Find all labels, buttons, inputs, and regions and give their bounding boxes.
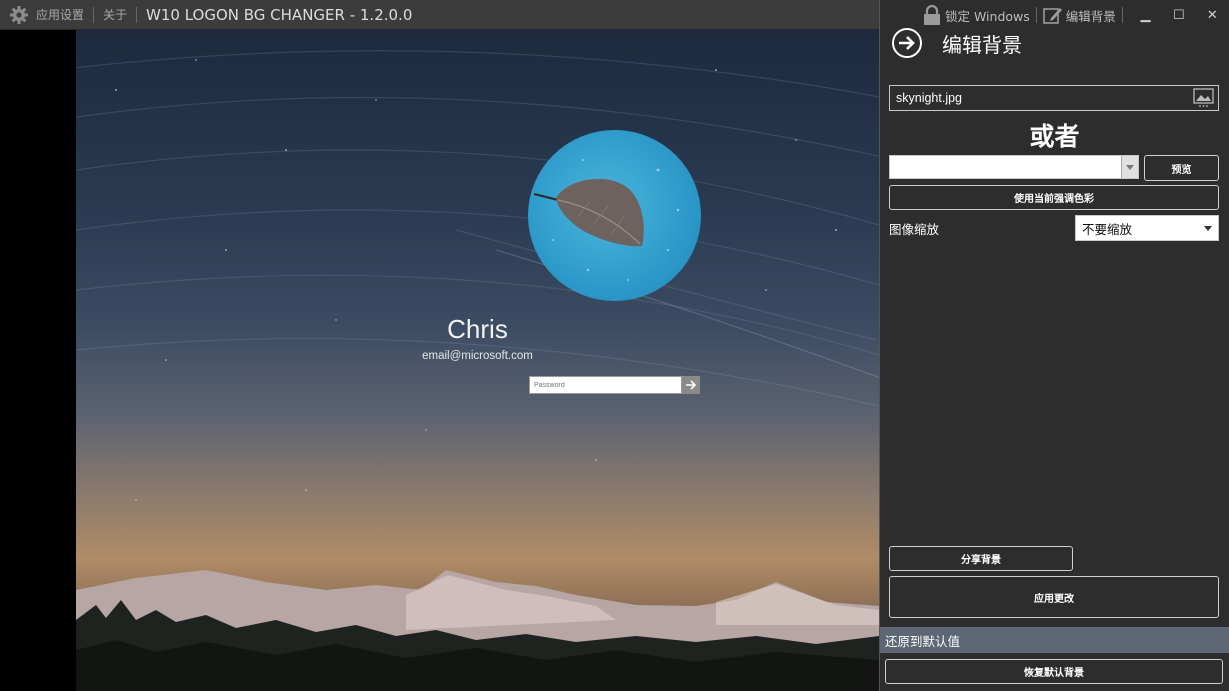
- settings-menu[interactable]: 应用设置: [32, 6, 88, 23]
- apply-changes-button[interactable]: 应用更改: [889, 576, 1219, 618]
- title-bar: 应用设置 关于 W10 LOGON BG CHANGER - 1.2.0.0: [0, 0, 879, 30]
- divider: [1035, 7, 1037, 23]
- panel-title: 编辑背景: [942, 32, 1022, 57]
- image-scale-label: 图像缩放: [889, 222, 940, 237]
- chevron-down-icon: [1204, 225, 1212, 231]
- preview-button[interactable]: 预览: [1144, 155, 1219, 181]
- login-username: Chris: [447, 314, 508, 344]
- edit-panel: 锁定 Windows 编辑背景 ▁ ☐ ✕ 编辑背景 skynight.jpg …: [879, 0, 1229, 691]
- restore-defaults-section: 还原到默认值: [880, 627, 1229, 653]
- color-input-combo[interactable]: [889, 155, 1139, 179]
- login-screen-mock: Chris email@microsoft.com: [76, 30, 879, 691]
- chevron-down-icon[interactable]: [1121, 156, 1138, 178]
- restore-default-background-button[interactable]: 恢复默认背景: [885, 659, 1223, 684]
- edit-background-button[interactable]: 编辑背景: [1042, 6, 1116, 25]
- minimize-button[interactable]: ▁: [1129, 8, 1162, 23]
- arrow-right-circle-icon[interactable]: [892, 28, 922, 58]
- app-title: W10 LOGON BG CHANGER - 1.2.0.0: [146, 5, 413, 24]
- lock-icon: [924, 5, 940, 25]
- gear-icon[interactable]: [9, 5, 29, 25]
- image-icon[interactable]: [1192, 88, 1216, 108]
- divider: [93, 6, 95, 23]
- maximize-button[interactable]: ☐: [1162, 8, 1195, 23]
- about-menu[interactable]: 关于: [99, 6, 131, 23]
- image-scale-value: 不要缩放: [1082, 221, 1133, 237]
- leaf-image: [533, 159, 680, 281]
- use-accent-color-button[interactable]: 使用当前强调色彩: [889, 185, 1219, 210]
- or-divider-label: 或者: [1029, 122, 1080, 151]
- share-background-button[interactable]: 分享背景: [889, 546, 1073, 571]
- arrow-right-icon[interactable]: [682, 376, 700, 394]
- close-button[interactable]: ✕: [1196, 8, 1229, 23]
- image-file-value: skynight.jpg: [896, 91, 963, 105]
- edit-background-label: 编辑背景: [1065, 8, 1116, 24]
- panel-top-bar: 锁定 Windows 编辑背景 ▁ ☐ ✕: [880, 0, 1229, 30]
- password-input[interactable]: [529, 376, 682, 394]
- divider: [1121, 7, 1123, 23]
- login-email: email@microsoft.com: [422, 350, 533, 362]
- background-preview: Chris email@microsoft.com: [0, 30, 879, 691]
- edit-icon: [1042, 8, 1062, 24]
- divider: [136, 6, 138, 23]
- image-file-field[interactable]: skynight.jpg: [889, 85, 1219, 111]
- image-scale-select[interactable]: 不要缩放: [1075, 215, 1219, 241]
- color-input[interactable]: [890, 156, 1121, 178]
- lock-windows-label: 锁定 Windows: [945, 8, 1030, 24]
- panel-header: 编辑背景: [892, 28, 1022, 58]
- avatar: [528, 130, 701, 301]
- lock-windows-button[interactable]: 锁定 Windows: [922, 5, 1030, 25]
